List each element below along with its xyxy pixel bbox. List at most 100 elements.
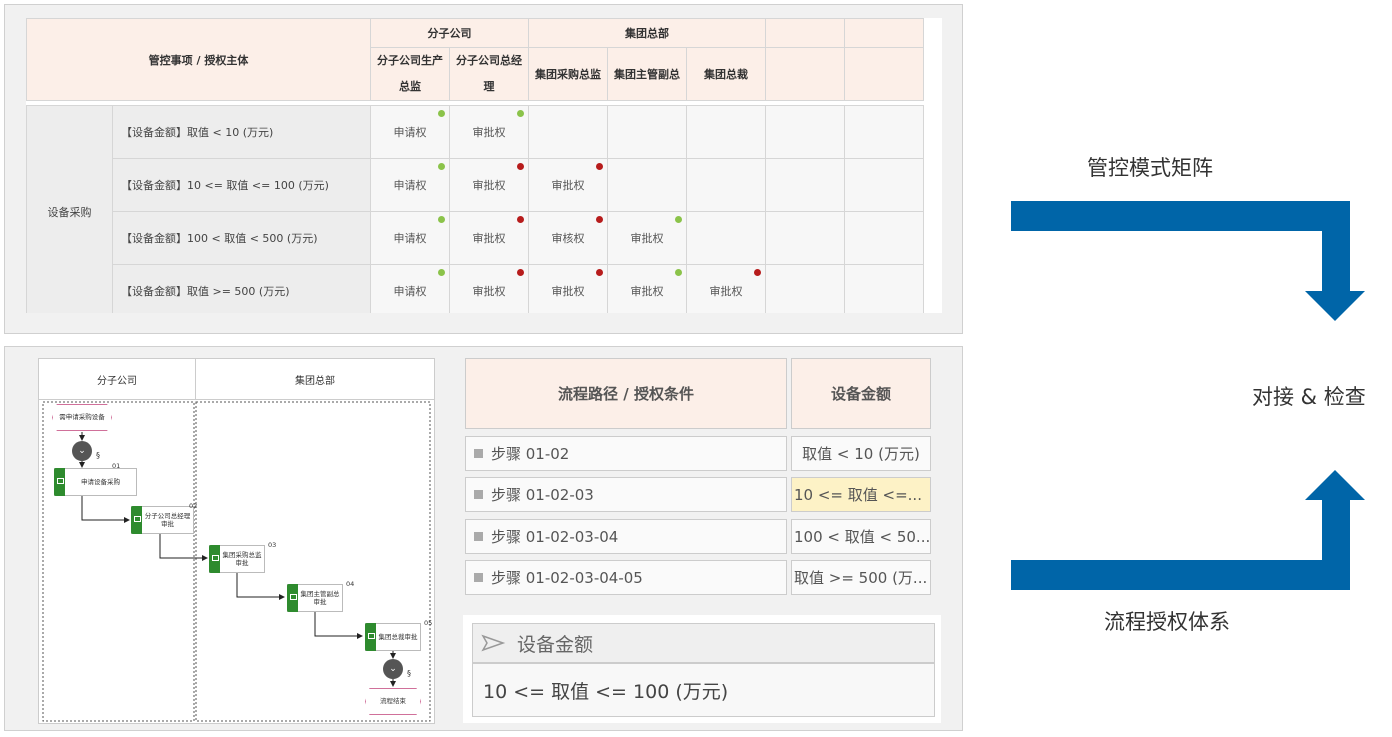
matrix-header-empty: [765, 47, 845, 101]
flow-diagram: 分子公司 集团总部 需申请采购设备 ⌄ § 申请设备采购 01 分子公司总经理审…: [38, 358, 435, 724]
matrix-cell[interactable]: [844, 264, 924, 313]
route-path-text: 步骤 01-02-03-04: [491, 528, 619, 546]
matrix-condition: 【设备金额】100 < 取值 < 500 (万元): [112, 211, 371, 265]
gateway-sign-icon: §: [407, 669, 411, 678]
matrix-cell[interactable]: [844, 105, 924, 159]
matrix-cell[interactable]: [765, 105, 845, 159]
matrix-cell[interactable]: 审批权: [528, 264, 608, 313]
square-icon: [474, 449, 483, 458]
matrix-row: 【设备金额】10 <= 取值 <= 100 (万元) 申请权 审批权 审批权: [27, 158, 924, 212]
gateway-sign-icon: §: [96, 451, 100, 460]
detail-value: 10 <= 取值 <= 100 (万元): [472, 663, 935, 717]
step-number: 02: [189, 502, 198, 510]
task-icon: [365, 623, 376, 651]
matrix-header-main: 管控事项 / 授权主体: [26, 18, 371, 101]
status-dot: [675, 216, 682, 223]
route-path-cell[interactable]: 步骤 01-02: [465, 436, 787, 471]
cell-text: 审批权: [709, 285, 743, 298]
status-dot: [754, 269, 761, 276]
route-amount-cell[interactable]: 取值 < 10 (万元): [791, 436, 931, 471]
cell-text: 审批权: [472, 179, 506, 192]
status-dot: [517, 269, 524, 276]
cell-text: 申请权: [393, 285, 427, 298]
status-dot: [596, 163, 603, 170]
flow-end-event[interactable]: 流程结束: [365, 688, 421, 715]
route-amount-cell-selected[interactable]: 10 <= 取值 <=...: [791, 477, 931, 512]
status-dot: [438, 110, 445, 117]
route-path-cell[interactable]: 步骤 01-02-03-04-05: [465, 560, 787, 595]
matrix-cell[interactable]: 申请权: [370, 158, 450, 212]
label-flow-system: 流程授权体系: [1104, 610, 1230, 634]
matrix-cell[interactable]: 申请权: [370, 264, 450, 313]
matrix-cell[interactable]: [607, 105, 687, 159]
route-path-cell[interactable]: 步骤 01-02-03: [465, 477, 787, 512]
matrix-group-subsidiary: 分子公司: [370, 18, 529, 48]
cell-text: 申请权: [393, 126, 427, 139]
matrix-cell[interactable]: 审批权: [528, 158, 608, 212]
square-icon: [474, 532, 483, 541]
status-dot: [517, 216, 524, 223]
matrix-cell[interactable]: 申请权: [370, 211, 450, 265]
flow-start-event[interactable]: 需申请采购设备: [52, 404, 112, 431]
status-dot: [675, 269, 682, 276]
control-matrix: 管控事项 / 授权主体 分子公司 集团总部 分子公司生产 总监 分子公司总经 理…: [26, 18, 942, 313]
flow-step-02[interactable]: 分子公司总经理审批: [131, 506, 194, 534]
matrix-cell[interactable]: [686, 158, 766, 212]
step-label: 申请设备采购: [81, 477, 120, 486]
step-number: 05: [424, 619, 433, 627]
matrix-row: 【设备金额】100 < 取值 < 500 (万元) 申请权 审批权 审核权 审批…: [27, 211, 924, 265]
matrix-cell[interactable]: 审批权: [607, 211, 687, 265]
matrix-cell[interactable]: 申请权: [370, 105, 450, 159]
status-dot: [517, 110, 524, 117]
task-icon: [209, 545, 220, 573]
matrix-cell[interactable]: [686, 211, 766, 265]
matrix-condition: 【设备金额】取值 < 10 (万元): [112, 105, 371, 159]
matrix-cell[interactable]: [607, 158, 687, 212]
matrix-cell[interactable]: 审核权: [528, 211, 608, 265]
flow-step-04[interactable]: 集团主管副总审批: [287, 584, 343, 612]
matrix-cell[interactable]: 审批权: [607, 264, 687, 313]
step-number: 04: [346, 580, 355, 588]
cell-text: 申请权: [393, 232, 427, 245]
flow-step-03[interactable]: 集团采购总监审批: [209, 545, 265, 573]
matrix-cell[interactable]: [528, 105, 608, 159]
matrix-cell[interactable]: 审批权: [449, 264, 529, 313]
matrix-cell[interactable]: [765, 264, 845, 313]
flow-step-01[interactable]: 申请设备采购: [54, 468, 137, 496]
square-icon: [474, 573, 483, 582]
gateway-icon[interactable]: ⌄: [383, 659, 403, 679]
gateway-icon[interactable]: ⌄: [72, 441, 92, 461]
matrix-cell[interactable]: [844, 158, 924, 212]
down-flow-arrow-icon: [1011, 201, 1365, 321]
route-amount-cell[interactable]: 100 < 取值 < 50...: [791, 519, 931, 554]
matrix-cell[interactable]: [765, 211, 845, 265]
matrix-cell[interactable]: 审批权: [686, 264, 766, 313]
status-dot: [517, 163, 524, 170]
matrix-col-header: 集团主管副总: [607, 47, 687, 101]
status-dot: [438, 269, 445, 276]
matrix-cell[interactable]: [844, 211, 924, 265]
cell-text: 审批权: [472, 126, 506, 139]
matrix-col-header: 集团总裁: [686, 47, 766, 101]
matrix-cell[interactable]: 审批权: [449, 211, 529, 265]
route-path-cell[interactable]: 步骤 01-02-03-04: [465, 519, 787, 554]
amount-detail-box: 设备金额 10 <= 取值 <= 100 (万元): [463, 615, 941, 723]
route-amount-cell[interactable]: 取值 >= 500 (万...: [791, 560, 931, 595]
status-dot: [438, 163, 445, 170]
matrix-row: 【设备金额】取值 >= 500 (万元) 申请权 审批权 审批权 审批权 审批权: [27, 264, 924, 313]
flow-step-05[interactable]: 集团总裁审批: [365, 623, 421, 651]
step-label: 集团采购总监审批: [222, 550, 262, 567]
matrix-condition: 【设备金额】10 <= 取值 <= 100 (万元): [112, 158, 371, 212]
matrix-cell[interactable]: [765, 158, 845, 212]
matrix-col-header: 分子公司生产 总监: [370, 47, 450, 101]
matrix-cell[interactable]: 审批权: [449, 105, 529, 159]
task-icon: [287, 584, 298, 612]
matrix-cell[interactable]: [686, 105, 766, 159]
matrix-cell[interactable]: 审批权: [449, 158, 529, 212]
matrix-header-empty: [844, 18, 924, 48]
step-number: 03: [268, 541, 277, 549]
label-connect-check: 对接 & 检查: [1252, 385, 1366, 409]
step-label: 集团总裁审批: [378, 632, 418, 641]
route-path-text: 步骤 01-02-03-04-05: [491, 569, 643, 587]
detail-header[interactable]: 设备金额: [472, 623, 935, 663]
